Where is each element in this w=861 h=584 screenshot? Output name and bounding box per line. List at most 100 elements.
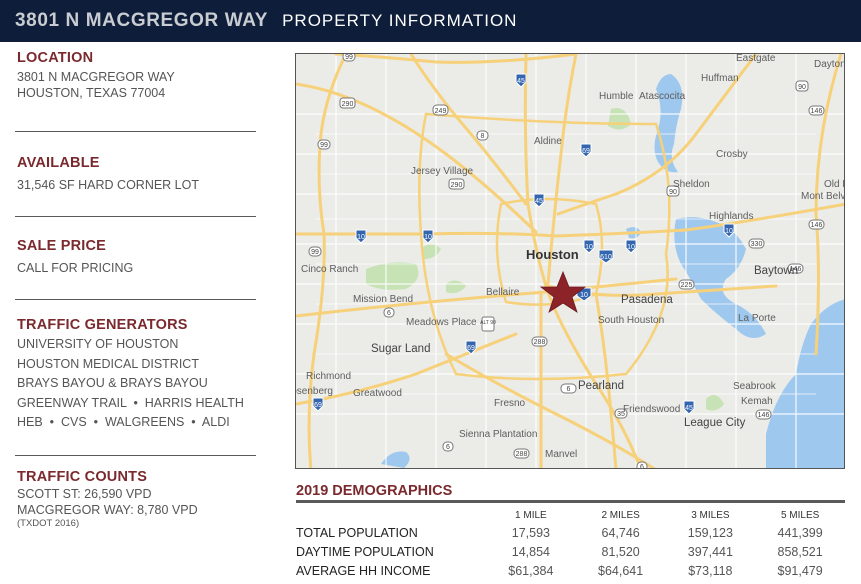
shield-state: 249: [432, 104, 449, 116]
traffic-count-line: MACGREGOR WAY: 8,780 VPD: [17, 503, 198, 517]
table-header-row: 1 MILE 2 MILES 3 MILES 5 MILES: [296, 507, 845, 523]
place-label: Baytown: [754, 265, 798, 277]
shield-label: 99: [311, 249, 319, 256]
place-label: Huffman: [701, 73, 739, 84]
shield-state: 288: [531, 336, 548, 347]
shield-state: 6: [442, 441, 454, 452]
shield-label: 6: [387, 310, 391, 317]
available-title: AVAILABLE: [17, 155, 100, 171]
place-label: League City: [684, 417, 746, 429]
place-label: Sienna Plantation: [459, 429, 537, 440]
section-divider: [15, 299, 256, 300]
sale-price-section: SALE PRICE CALL FOR PRICING: [17, 238, 257, 276]
shield-label: 10: [585, 244, 593, 251]
traffic-generator-item: HOUSTON MEDICAL DISTRICT: [17, 356, 199, 371]
shield-label: 10: [580, 292, 588, 299]
row-label: DAYTIME POPULATION: [296, 544, 434, 559]
place-label: Seabrook: [733, 381, 777, 392]
place-labels: Houston Aldine Humble Atascocita Huffman…: [296, 54, 845, 460]
traffic-count-line: SCOTT ST: 26,590 VPD: [17, 487, 152, 501]
shield-label: 99: [345, 54, 353, 61]
table-row: DAYTIME POPULATION 14,854 81,520 397,441…: [296, 542, 845, 561]
shield-us: 290: [339, 97, 356, 109]
shield-label: 45: [517, 78, 525, 85]
shield-label: 99: [320, 142, 328, 149]
shield-label: 6: [446, 444, 450, 451]
place-label: Fresno: [494, 398, 526, 409]
table-cell: $73,118: [688, 563, 733, 578]
place-label: Old River: [824, 179, 845, 190]
section-divider: [15, 455, 256, 456]
shield-label: 69: [314, 402, 322, 409]
shield-label: 90: [669, 189, 677, 196]
table-header-spacer: [296, 507, 486, 523]
place-label: Crosby: [716, 149, 748, 160]
shield-label: 10: [725, 228, 733, 235]
traffic-generator-item: GREENWAY TRAIL • HARRIS HEALTH: [17, 395, 244, 410]
table-cell: 858,521: [777, 544, 823, 559]
map-canvas: 45 69 45 10 10 10 10 10 610 10 69 69 45 …: [296, 54, 845, 468]
shield-state: 99: [342, 54, 356, 62]
table-cell: 81,520: [601, 544, 640, 559]
shield-state: 330: [748, 238, 765, 249]
table-cell: $91,479: [777, 563, 823, 578]
shield-label: 69: [467, 345, 475, 352]
place-label: La Porte: [738, 313, 776, 324]
shield-interstate: 10: [355, 229, 367, 244]
place-label: Mont Belvieu: [801, 191, 845, 202]
demographics-section: 2019 DEMOGRAPHICS 1 MILE 2 MILES 3 MILES…: [296, 483, 845, 580]
shield-state: 8: [476, 130, 489, 141]
place-label: Richmond: [306, 371, 351, 382]
park: [366, 262, 419, 290]
shield-label: 45: [685, 405, 693, 412]
place-label: Eastgate: [736, 54, 776, 64]
demographics-title: 2019 DEMOGRAPHICS: [296, 483, 453, 499]
shield-state: 146: [808, 219, 825, 230]
location-section: LOCATION 3801 N MACGREGOR WAY HOUSTON, T…: [17, 50, 257, 101]
traffic-generator-item: BRAYS BAYOU & BRAYS BAYOU: [17, 376, 208, 390]
shield-label: 10: [424, 234, 432, 241]
shield-label: 6: [567, 386, 571, 393]
place-label: Dayton: [814, 59, 845, 70]
property-information-subtitle: PROPERTY INFORMATION: [282, 11, 518, 30]
table-cell: 159,123: [687, 525, 733, 540]
place-label: Manvel: [545, 449, 577, 460]
shield-state: 146: [808, 105, 825, 116]
shield-state: 99: [308, 246, 322, 257]
shield-state: 6: [560, 383, 577, 394]
place-label: Humble: [599, 91, 634, 102]
table-cell: 441,399: [777, 525, 823, 540]
shield-label: 10: [357, 234, 365, 241]
table-cell: 14,854: [511, 544, 550, 559]
shield-state: 6: [636, 461, 648, 468]
shield-label: 8: [481, 133, 485, 140]
table-cell: $61,384: [508, 563, 554, 578]
shield-label: ALT 90: [480, 320, 496, 326]
shield-state: 225: [678, 279, 695, 290]
shield-state: 288: [513, 448, 530, 459]
traffic-counts-section: TRAFFIC COUNTS SCOTT ST: 26,590 VPD MACG…: [17, 469, 257, 529]
traffic-counts-title: TRAFFIC COUNTS: [17, 469, 148, 485]
location-map[interactable]: 45 69 45 10 10 10 10 10 610 10 69 69 45 …: [295, 53, 845, 469]
shield-label: 146: [811, 108, 823, 115]
park: [446, 280, 466, 294]
shield-interstate: 10: [422, 229, 434, 244]
place-label: Pearland: [578, 380, 624, 392]
sale-price-text: CALL FOR PRICING: [17, 261, 134, 275]
property-address-title: 3801 N MACGREGOR WAY: [15, 10, 269, 31]
place-label: Rosenberg: [296, 386, 333, 397]
place-label: Highlands: [709, 211, 753, 222]
available-section: AVAILABLE 31,546 SF HARD CORNER LOT: [17, 155, 257, 193]
table-cell: 17,593: [511, 525, 550, 540]
shield-label: 146: [758, 412, 770, 419]
small-lake: [381, 451, 410, 468]
demographics-divider: [296, 500, 845, 503]
shield-us: 90: [795, 80, 809, 92]
column-header: 5 MILES: [780, 509, 820, 521]
location-line: 3801 N MACGREGOR WAY: [17, 70, 175, 84]
shield-label: 288: [534, 339, 546, 346]
shield-label: 69: [582, 148, 590, 155]
table-row: AVERAGE HH INCOME $61,384 $64,641 $73,11…: [296, 561, 845, 580]
place-label: Kemah: [741, 396, 773, 407]
row-label: TOTAL POPULATION: [296, 525, 418, 540]
